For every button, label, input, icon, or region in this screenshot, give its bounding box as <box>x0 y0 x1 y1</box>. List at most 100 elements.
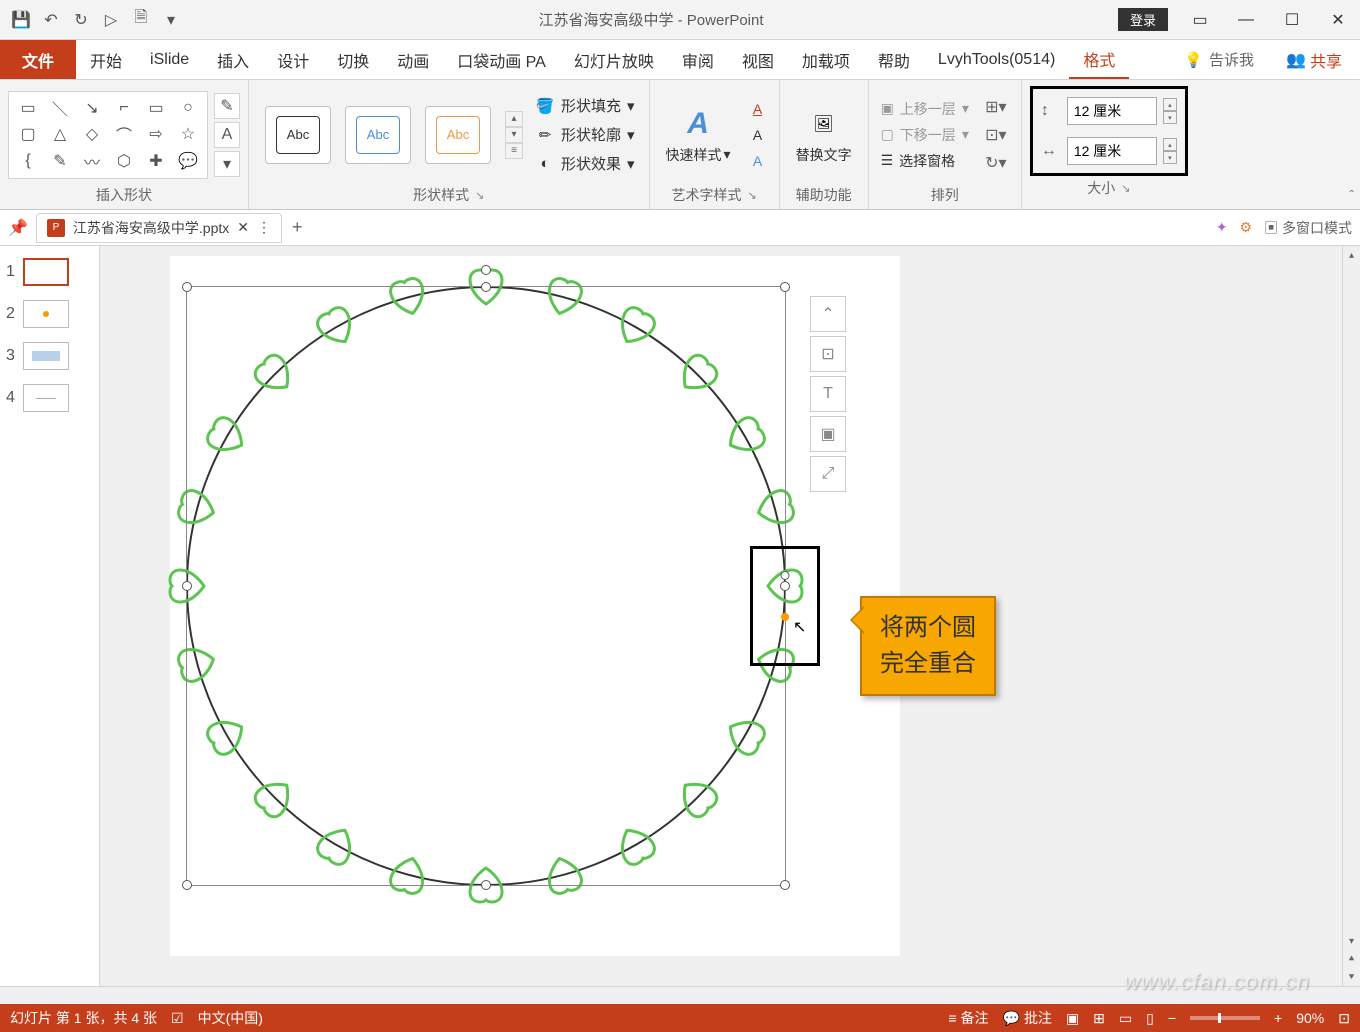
launcher-icon[interactable]: ↘ <box>747 189 756 202</box>
undo-icon[interactable]: ↶ <box>38 7 64 33</box>
handle-tc[interactable] <box>481 282 491 292</box>
gallery-more-icon[interactable]: ≡ <box>505 143 523 159</box>
spellcheck-icon[interactable]: ☑ <box>171 1010 184 1027</box>
tab-menu-icon[interactable]: ⋮ <box>257 219 271 236</box>
shape-arrow2-icon[interactable]: ⇨ <box>141 122 171 147</box>
send-backward-button[interactable]: ▢下移一层▾ <box>881 125 969 145</box>
shape-fill-button[interactable]: 🪣形状填充▾ <box>535 95 635 116</box>
thumb-2[interactable]: 2 <box>6 300 93 328</box>
tab-pocket[interactable]: 口袋动画 PA <box>443 40 560 79</box>
style-1[interactable]: Abc <box>265 106 331 164</box>
tab-help[interactable]: 帮助 <box>864 40 924 79</box>
shape-rect-icon[interactable]: ▭ <box>141 96 171 121</box>
selection-pane-button[interactable]: ☰选择窗格 <box>881 151 969 171</box>
handle-bl[interactable] <box>182 880 192 890</box>
tab-home[interactable]: 开始 <box>76 40 136 79</box>
tab-lvyh[interactable]: LvyhTools(0514) <box>924 40 1069 79</box>
handle-ml[interactable] <box>182 581 192 591</box>
close-tab-icon[interactable]: ✕ <box>237 219 249 236</box>
text-outline-icon[interactable]: A <box>745 124 771 146</box>
tab-file[interactable]: 文件 <box>0 40 76 79</box>
reading-view-icon[interactable]: ▭ <box>1119 1010 1132 1027</box>
close-icon[interactable]: ✕ <box>1324 6 1352 34</box>
align-icon[interactable]: ⊞▾ <box>983 96 1009 118</box>
scroll-up-icon[interactable]: ▴ <box>1343 246 1360 264</box>
normal-view-icon[interactable]: ▣ <box>1066 1010 1079 1027</box>
shape-callout-icon[interactable]: 💬 <box>173 149 203 174</box>
tab-slideshow[interactable]: 幻灯片放映 <box>560 40 668 79</box>
qat-more-icon[interactable]: ▾ <box>158 7 184 33</box>
group-icon[interactable]: ⊡▾ <box>983 124 1009 146</box>
notes-button[interactable]: ≡ 备注 <box>948 1008 988 1028</box>
zoom-level[interactable]: 90% <box>1296 1010 1324 1026</box>
gallery-up-icon[interactable]: ▴ <box>505 111 523 127</box>
float-text-icon[interactable]: T <box>810 376 846 412</box>
zoom-slider[interactable] <box>1190 1016 1260 1020</box>
shape-connector-icon[interactable]: ⌐ <box>109 96 139 121</box>
tab-format[interactable]: 格式 <box>1069 40 1129 79</box>
pin-icon[interactable]: 📌 <box>8 218 28 238</box>
width-up-icon[interactable]: ▴ <box>1163 138 1177 151</box>
zoom-in-icon[interactable]: + <box>1274 1010 1282 1026</box>
handle-tr[interactable] <box>780 282 790 292</box>
maximize-icon[interactable]: ☐ <box>1278 6 1306 34</box>
minimize-icon[interactable]: — <box>1232 6 1260 34</box>
multi-window-button[interactable]: ▣ 多窗口模式 <box>1264 218 1352 238</box>
edit-shape-icon[interactable]: ✎ <box>214 93 240 119</box>
float-center-icon[interactable]: ⊡ <box>810 336 846 372</box>
redo-icon[interactable]: ↻ <box>68 7 94 33</box>
height-up-icon[interactable]: ▴ <box>1163 98 1177 111</box>
shape-brace-icon[interactable]: { <box>13 149 43 174</box>
settings-icon[interactable]: ⚙ <box>1240 219 1253 236</box>
launcher-icon[interactable]: ↘ <box>475 189 484 202</box>
new-file-icon[interactable]: 🗎 <box>128 7 154 33</box>
handle-bc[interactable] <box>481 880 491 890</box>
float-expand-icon[interactable]: ⤢ <box>810 456 846 492</box>
inner-handle[interactable] <box>781 571 790 580</box>
tab-view[interactable]: 视图 <box>728 40 788 79</box>
login-button[interactable]: 登录 <box>1118 8 1168 31</box>
shape-effects-button[interactable]: ◐形状效果▾ <box>535 153 635 174</box>
fit-icon[interactable]: ⊡ <box>1338 1010 1350 1027</box>
sorter-view-icon[interactable]: ⊞ <box>1093 1010 1105 1027</box>
rotate-handle[interactable] <box>481 265 491 275</box>
collapse-ribbon-icon[interactable]: ˆ <box>1349 187 1354 203</box>
tab-design[interactable]: 设计 <box>263 40 323 79</box>
ribbon-opts-icon[interactable]: ▭ <box>1186 6 1214 34</box>
shape-outline-button[interactable]: ✏形状轮廓▾ <box>535 124 635 145</box>
shape-line-icon[interactable]: ＼ <box>45 96 75 121</box>
shapes-gallery[interactable]: ▭＼↘⌐▭○ ▢△◇⌒⇨☆ {✎〰⬡✚💬 <box>8 91 208 179</box>
textbox-icon[interactable]: A <box>214 122 240 148</box>
horizontal-scrollbar[interactable] <box>0 986 1360 1004</box>
shape-scribble-icon[interactable]: 〰 <box>77 149 107 174</box>
magic-icon[interactable]: ✦ <box>1216 219 1228 236</box>
handle-tl[interactable] <box>182 282 192 292</box>
next-slide-icon[interactable]: ⯆ <box>1343 968 1360 986</box>
shape-oval-icon[interactable]: ○ <box>173 96 203 121</box>
tab-review[interactable]: 审阅 <box>668 40 728 79</box>
shape-diamond-icon[interactable]: ◇ <box>77 122 107 147</box>
new-tab-icon[interactable]: + <box>292 217 303 238</box>
handle-br[interactable] <box>780 880 790 890</box>
language[interactable]: 中文(中国) <box>198 1008 263 1028</box>
bring-forward-button[interactable]: ▣上移一层▾ <box>881 99 969 119</box>
launcher-icon[interactable]: ↘ <box>1121 182 1130 195</box>
gallery-down-icon[interactable]: ▾ <box>505 127 523 143</box>
comments-button[interactable]: 💬 批注 <box>1003 1008 1052 1028</box>
selection-box[interactable] <box>186 286 786 886</box>
alt-text-button[interactable]: 🖼 替换文字 <box>788 101 860 169</box>
start-icon[interactable]: ▷ <box>98 7 124 33</box>
shape-freeform-icon[interactable]: ✎ <box>45 149 75 174</box>
save-icon[interactable]: 💾 <box>8 7 34 33</box>
canvas[interactable]: ⌃ ⊡ T ▣ ⤢ ↖ 将两个圆完全重合 ▴ ▾ ⯅ ⯆ <box>100 246 1360 986</box>
tell-me[interactable]: 💡告诉我 <box>1170 40 1268 79</box>
float-layers-icon[interactable]: ▣ <box>810 416 846 452</box>
tab-insert[interactable]: 插入 <box>203 40 263 79</box>
quick-styles-button[interactable]: A 快速样式▾ <box>658 101 739 169</box>
thumb-1[interactable]: 1 <box>6 258 93 286</box>
shape-hex-icon[interactable]: ⬡ <box>109 149 139 174</box>
shape-triangle-icon[interactable]: △ <box>45 122 75 147</box>
text-fill-icon[interactable]: A <box>745 98 771 120</box>
shape-textbox-icon[interactable]: ▭ <box>13 96 43 121</box>
style-2[interactable]: Abc <box>345 106 411 164</box>
